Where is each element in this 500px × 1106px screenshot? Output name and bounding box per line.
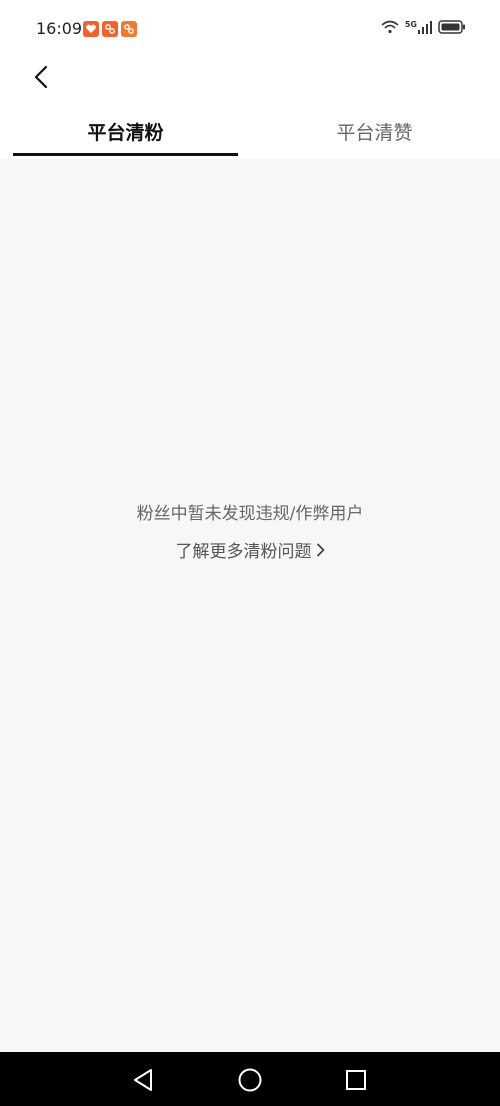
back-button[interactable] bbox=[26, 60, 56, 94]
recents-square-icon bbox=[346, 1070, 366, 1090]
system-nav-bar bbox=[0, 1052, 500, 1106]
tab-bar: 平台清粉 平台清赞 bbox=[0, 103, 500, 159]
nav-back-button[interactable] bbox=[129, 1066, 157, 1094]
main-content: 粉丝中暂未发现违规/作弊用户 了解更多清粉问题 bbox=[0, 159, 500, 1052]
app-logo-icon bbox=[121, 21, 137, 37]
wifi-icon bbox=[381, 20, 399, 34]
empty-state-message: 粉丝中暂未发现违规/作弊用户 bbox=[136, 504, 364, 524]
system-icons: 5G bbox=[381, 20, 466, 34]
battery-icon bbox=[438, 20, 465, 34]
network-label: 5G bbox=[404, 20, 417, 29]
status-time: 16:09 bbox=[36, 19, 83, 38]
back-triangle-icon bbox=[134, 1069, 152, 1091]
status-bar: 16:09 5G bbox=[0, 0, 500, 58]
active-tab-indicator bbox=[13, 153, 238, 156]
home-circle-icon bbox=[238, 1068, 262, 1092]
5g-signal-icon: 5G bbox=[405, 20, 432, 34]
heart-badge-icon bbox=[83, 21, 99, 37]
nav-header bbox=[0, 58, 500, 103]
chevron-right-icon bbox=[316, 543, 324, 556]
chevron-left-icon bbox=[34, 65, 48, 89]
tab-clear-likes[interactable]: 平台清赞 bbox=[262, 103, 487, 159]
tab-clear-fans[interactable]: 平台清粉 bbox=[13, 103, 238, 159]
notification-icons bbox=[83, 21, 137, 37]
nav-home-button[interactable] bbox=[236, 1066, 264, 1094]
nav-recents-button[interactable] bbox=[342, 1066, 370, 1094]
app-logo-icon bbox=[102, 21, 118, 37]
learn-more-label: 了解更多清粉问题 bbox=[175, 542, 312, 562]
learn-more-link[interactable]: 了解更多清粉问题 bbox=[0, 537, 500, 562]
